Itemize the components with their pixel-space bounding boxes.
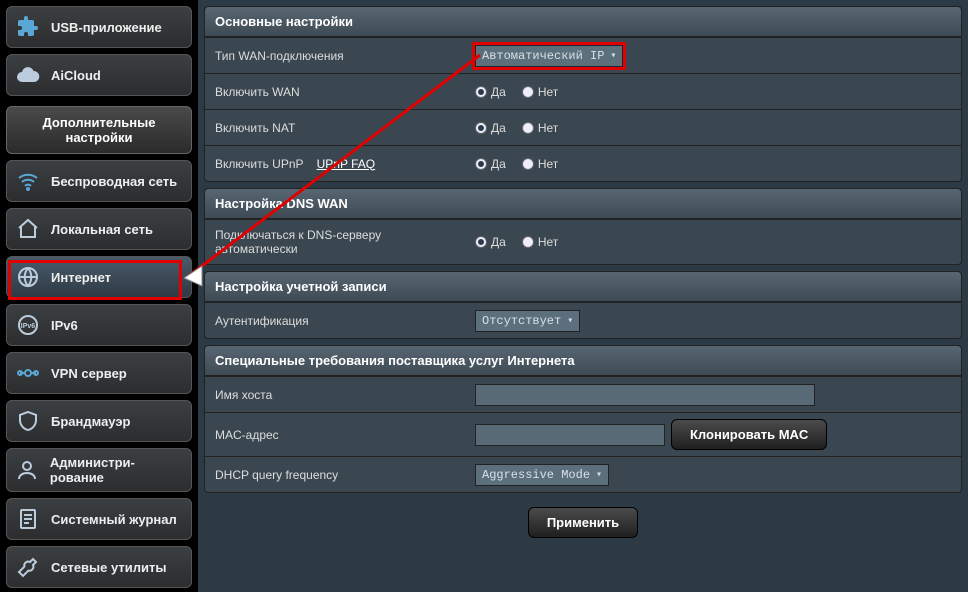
clone-mac-button[interactable]: Клонировать MAC <box>671 419 827 450</box>
row-auth: Аутентификация Отсутствует <box>205 302 961 338</box>
sidebar-label: Сетевые утилиты <box>51 560 166 575</box>
panel-isp: Специальные требования поставщика услуг … <box>204 345 962 493</box>
sidebar-label: Интернет <box>51 270 111 285</box>
sidebar-item-wireless[interactable]: Беспроводная сеть <box>6 160 192 202</box>
row-hostname: Имя хоста <box>205 376 961 412</box>
row-wan-type: Тип WAN-подключения Автоматический IP <box>205 37 961 73</box>
vpn-icon <box>15 360 41 386</box>
radio-enable-wan-no[interactable]: Нет <box>522 85 558 99</box>
sidebar-label: Беспроводная сеть <box>51 174 177 189</box>
sidebar-label: Локальная сеть <box>51 222 153 237</box>
radio-enable-wan-yes[interactable]: Да <box>475 85 506 99</box>
label-auth: Аутентификация <box>205 306 465 336</box>
radio-enable-nat-yes[interactable]: Да <box>475 121 506 135</box>
label-enable-nat: Включить NAT <box>205 113 465 143</box>
select-value: Автоматический IP <box>482 49 604 63</box>
select-wan-type[interactable]: Автоматический IP <box>475 45 623 67</box>
panel-header-dns: Настройка DNS WAN <box>205 189 961 219</box>
wifi-icon <box>15 168 41 194</box>
sidebar-item-internet[interactable]: Интернет <box>6 256 192 298</box>
sidebar-label: USB-приложение <box>51 20 162 35</box>
radio-enable-nat-no[interactable]: Нет <box>522 121 558 135</box>
label-wan-type: Тип WAN-подключения <box>205 41 465 71</box>
sidebar-label: VPN сервер <box>51 366 127 381</box>
globe-icon <box>15 264 41 290</box>
select-auth[interactable]: Отсутствует <box>475 310 580 332</box>
row-mac: MAC-адрес Клонировать MAC <box>205 412 961 456</box>
panel-header-basic: Основные настройки <box>205 7 961 37</box>
label-enable-wan: Включить WAN <box>205 77 465 107</box>
log-icon <box>15 506 41 532</box>
wrench-icon <box>15 554 41 580</box>
label-hostname: Имя хоста <box>205 380 465 410</box>
sidebar-item-ipv6[interactable]: IPv6 IPv6 <box>6 304 192 346</box>
sidebar-label: AiCloud <box>51 68 101 83</box>
radio-dns-auto-yes[interactable]: Да <box>475 235 506 249</box>
row-dns-auto: Подключаться к DNS-серверу автоматически… <box>205 219 961 264</box>
row-enable-wan: Включить WAN Да Нет <box>205 73 961 109</box>
shield-icon <box>15 408 41 434</box>
sidebar-section-title: Дополнительные настройки <box>6 106 192 154</box>
sidebar: USB-приложение AiCloud Дополнительные на… <box>0 0 198 592</box>
sidebar-label: Системный журнал <box>51 512 177 527</box>
label-dns-auto: Подключаться к DNS-серверу автоматически <box>205 220 465 264</box>
select-value: Отсутствует <box>482 314 561 328</box>
panel-header-isp: Специальные требования поставщика услуг … <box>205 346 961 376</box>
panel-basic: Основные настройки Тип WAN-подключения А… <box>204 6 962 182</box>
sidebar-item-lan[interactable]: Локальная сеть <box>6 208 192 250</box>
svg-text:IPv6: IPv6 <box>21 323 36 330</box>
sidebar-item-nettools[interactable]: Сетевые утилиты <box>6 546 192 588</box>
select-value: Aggressive Mode <box>482 468 590 482</box>
panel-dns: Настройка DNS WAN Подключаться к DNS-сер… <box>204 188 962 265</box>
apply-button[interactable]: Применить <box>528 507 638 538</box>
puzzle-icon <box>15 14 41 40</box>
row-enable-upnp: Включить UPnP UPnP FAQ Да Нет <box>205 145 961 181</box>
sidebar-label: Администри-рование <box>50 455 183 485</box>
label-mac: MAC-адрес <box>205 420 465 450</box>
home-icon <box>15 216 41 242</box>
row-dhcp-freq: DHCP query frequency Aggressive Mode <box>205 456 961 492</box>
radio-enable-upnp-yes[interactable]: Да <box>475 157 506 171</box>
sidebar-item-admin[interactable]: Администри-рование <box>6 448 192 492</box>
label-dhcp-freq: DHCP query frequency <box>205 460 465 490</box>
sidebar-item-aicloud[interactable]: AiCloud <box>6 54 192 96</box>
label-enable-upnp: Включить UPnP UPnP FAQ <box>205 149 465 179</box>
panel-account: Настройка учетной записи Аутентификация … <box>204 271 962 339</box>
sidebar-item-firewall[interactable]: Брандмауэр <box>6 400 192 442</box>
radio-dns-auto-no[interactable]: Нет <box>522 235 558 249</box>
sidebar-label: IPv6 <box>51 318 78 333</box>
radio-enable-upnp-no[interactable]: Нет <box>522 157 558 171</box>
sidebar-item-syslog[interactable]: Системный журнал <box>6 498 192 540</box>
input-hostname[interactable] <box>475 384 815 406</box>
sidebar-item-vpn[interactable]: VPN сервер <box>6 352 192 394</box>
sidebar-item-usb-app[interactable]: USB-приложение <box>6 6 192 48</box>
content: Основные настройки Тип WAN-подключения А… <box>198 0 968 592</box>
cloud-icon <box>15 62 41 88</box>
user-icon <box>15 457 40 483</box>
ipv6-icon: IPv6 <box>15 312 41 338</box>
row-enable-nat: Включить NAT Да Нет <box>205 109 961 145</box>
panel-header-account: Настройка учетной записи <box>205 272 961 302</box>
select-dhcp-freq[interactable]: Aggressive Mode <box>475 464 609 486</box>
link-upnp-faq[interactable]: UPnP FAQ <box>317 157 375 171</box>
sidebar-label: Брандмауэр <box>51 414 130 429</box>
input-mac[interactable] <box>475 424 665 446</box>
